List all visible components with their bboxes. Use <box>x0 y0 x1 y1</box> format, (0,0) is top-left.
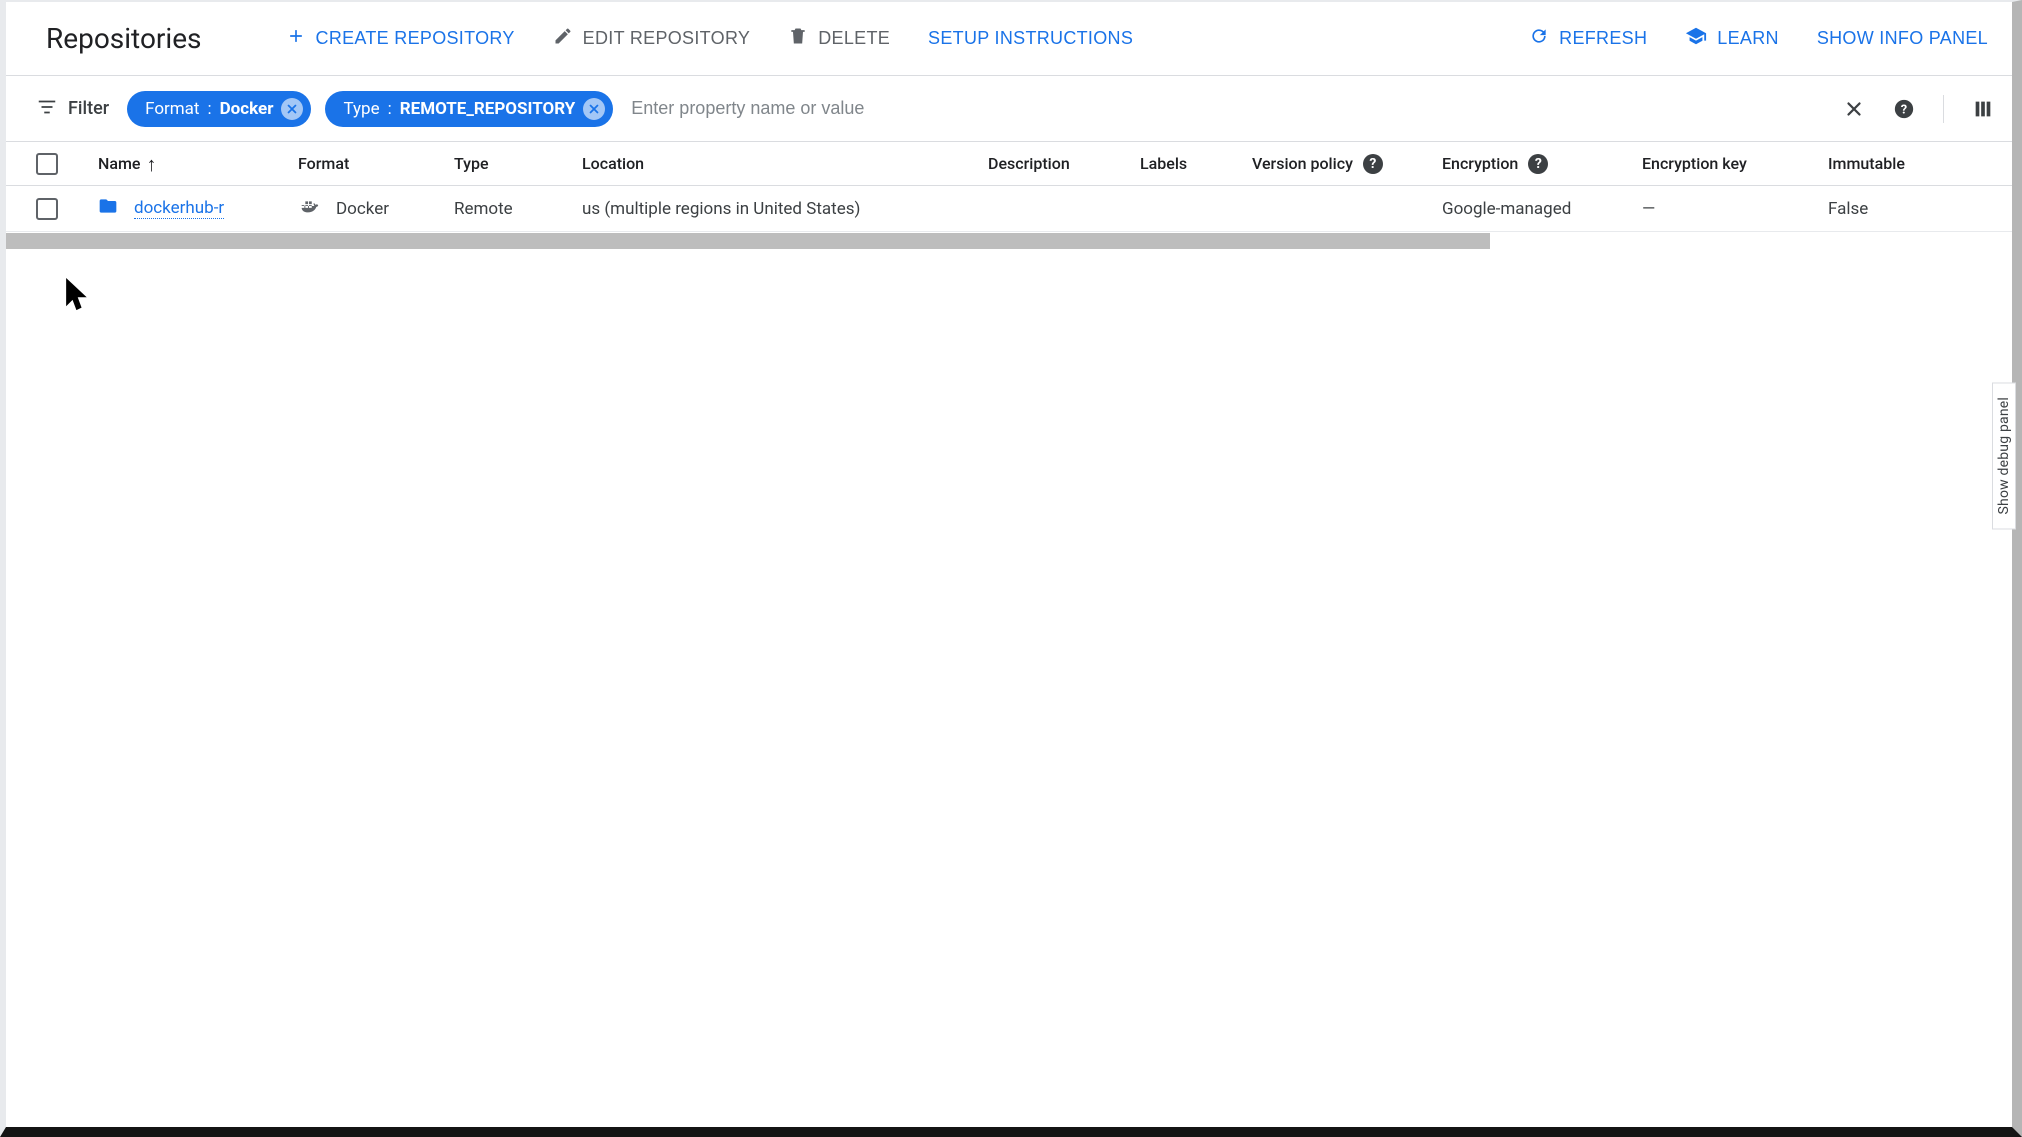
pencil-icon <box>553 26 573 51</box>
refresh-button[interactable]: REFRESH <box>1525 20 1651 57</box>
show-info-panel-label: SHOW INFO PANEL <box>1817 28 1988 49</box>
filter-input[interactable] <box>627 94 1809 123</box>
show-debug-panel-tab[interactable]: Show debug panel <box>1992 382 2016 529</box>
column-header-encryption-key[interactable]: Encryption key <box>1632 154 1818 173</box>
help-icon[interactable]: ? <box>1363 154 1383 174</box>
docker-icon <box>298 195 320 222</box>
chip-value: REMOTE_REPOSITORY <box>400 99 576 119</box>
graduation-cap-icon <box>1685 25 1707 52</box>
select-all-checkbox[interactable] <box>36 153 58 175</box>
repository-name-link[interactable]: dockerhub-r <box>134 198 224 219</box>
filter-chip-type[interactable]: Type: REMOTE_REPOSITORY <box>325 91 613 127</box>
row-immutable: False <box>1818 199 1918 219</box>
edit-repository-button[interactable]: EDIT REPOSITORY <box>549 20 755 57</box>
filter-label: Filter <box>68 98 109 119</box>
table-header: Name ↑ Format Type Location Description … <box>6 142 2012 186</box>
divider <box>1943 95 1944 123</box>
row-type: Remote <box>444 199 572 219</box>
clear-filters-button[interactable] <box>1843 98 1865 120</box>
refresh-icon <box>1529 26 1549 51</box>
chip-remove-icon[interactable] <box>583 98 605 120</box>
row-key: — <box>1632 199 1818 219</box>
column-header-version-policy[interactable]: Version policy ? <box>1242 154 1432 174</box>
horizontal-scrollbar[interactable] <box>6 233 1490 249</box>
chip-key: Format <box>145 99 199 119</box>
learn-label: LEARN <box>1717 28 1779 49</box>
column-header-location[interactable]: Location <box>572 154 978 173</box>
column-display-button[interactable] <box>1972 98 1994 120</box>
page-header: Repositories CREATE REPOSITORY EDIT REPO… <box>6 2 2012 76</box>
sort-ascending-icon: ↑ <box>146 154 156 174</box>
chip-value: Docker <box>220 99 274 119</box>
create-repository-label: CREATE REPOSITORY <box>316 28 515 49</box>
setup-instructions-button[interactable]: SETUP INSTRUCTIONS <box>924 22 1137 55</box>
column-header-name[interactable]: Name ↑ <box>88 154 288 174</box>
row-encryption: Google-managed <box>1432 199 1632 219</box>
mouse-cursor <box>66 278 92 318</box>
column-header-labels[interactable]: Labels <box>1130 154 1242 173</box>
column-header-format[interactable]: Format <box>288 154 444 173</box>
column-header-description[interactable]: Description <box>978 154 1130 173</box>
filter-icon <box>36 96 58 122</box>
help-icon[interactable]: ? <box>1528 154 1548 174</box>
svg-text:?: ? <box>1901 102 1907 117</box>
column-header-immutable[interactable]: Immutable <box>1818 154 1918 173</box>
filter-bar: Filter Format: Docker Type: REMOTE_REPOS… <box>6 76 2012 142</box>
filter-chip-format[interactable]: Format: Docker <box>127 91 311 127</box>
delete-button[interactable]: DELETE <box>784 20 894 57</box>
repository-table: Name ↑ Format Type Location Description … <box>6 142 2012 250</box>
delete-label: DELETE <box>818 28 890 49</box>
row-checkbox[interactable] <box>36 198 58 220</box>
column-header-type[interactable]: Type <box>444 154 572 173</box>
page-title: Repositories <box>46 22 202 55</box>
edit-repository-label: EDIT REPOSITORY <box>583 28 751 49</box>
create-repository-button[interactable]: CREATE REPOSITORY <box>282 20 519 57</box>
refresh-label: REFRESH <box>1559 28 1647 49</box>
learn-button[interactable]: LEARN <box>1681 19 1783 58</box>
setup-instructions-label: SETUP INSTRUCTIONS <box>928 28 1133 49</box>
row-location: us (multiple regions in United States) <box>572 199 978 219</box>
plus-icon <box>286 26 306 51</box>
show-info-panel-button[interactable]: SHOW INFO PANEL <box>1813 22 1992 55</box>
chip-key: Type <box>343 99 379 119</box>
row-format: Docker <box>336 199 389 219</box>
trash-icon <box>788 26 808 51</box>
table-row: dockerhub-r Docker Remote us (multiple r… <box>6 186 2012 232</box>
folder-icon <box>98 196 118 221</box>
column-header-encryption[interactable]: Encryption ? <box>1432 154 1632 174</box>
chip-remove-icon[interactable] <box>281 98 303 120</box>
filter-help-button[interactable]: ? <box>1893 98 1915 120</box>
